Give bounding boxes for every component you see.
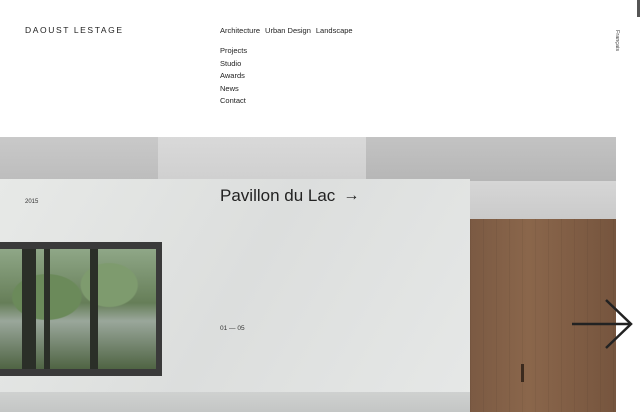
menu-contact[interactable]: Contact (220, 96, 247, 105)
site-logo[interactable]: DAOUST LESTAGE (25, 25, 124, 35)
ceiling-beam (470, 181, 616, 219)
slide-counter: 01 — 05 (220, 325, 245, 332)
language-switch[interactable]: Français (614, 30, 620, 51)
hero-image (0, 137, 616, 412)
ceiling-panel (366, 137, 616, 181)
window-view (0, 249, 156, 369)
nav-architecture[interactable]: Architecture (220, 26, 260, 35)
tree-trunk (44, 249, 50, 369)
floor (0, 392, 470, 412)
door-handle (521, 364, 524, 382)
menu-studio[interactable]: Studio (220, 59, 247, 68)
ceiling-panel (158, 137, 366, 179)
tree-trunk (90, 249, 98, 369)
project-year: 2015 (25, 199, 39, 205)
project-title: Pavillon du Lac (220, 186, 336, 205)
project-title-link[interactable]: Pavillon du Lac → (220, 186, 359, 206)
main-menu: Projects Studio Awards News Contact (220, 46, 247, 105)
nav-urban-design[interactable]: Urban Design (265, 26, 311, 35)
discipline-nav: Architecture Urban Design Landscape (220, 26, 353, 35)
menu-projects[interactable]: Projects (220, 46, 247, 55)
next-slide-arrow-icon[interactable] (572, 298, 634, 350)
menu-awards[interactable]: Awards (220, 71, 247, 80)
tree-trunk (22, 249, 36, 369)
ceiling-panel (0, 137, 158, 179)
arrow-right-icon: → (343, 187, 360, 204)
menu-news[interactable]: News (220, 84, 247, 93)
nav-landscape[interactable]: Landscape (316, 26, 353, 35)
